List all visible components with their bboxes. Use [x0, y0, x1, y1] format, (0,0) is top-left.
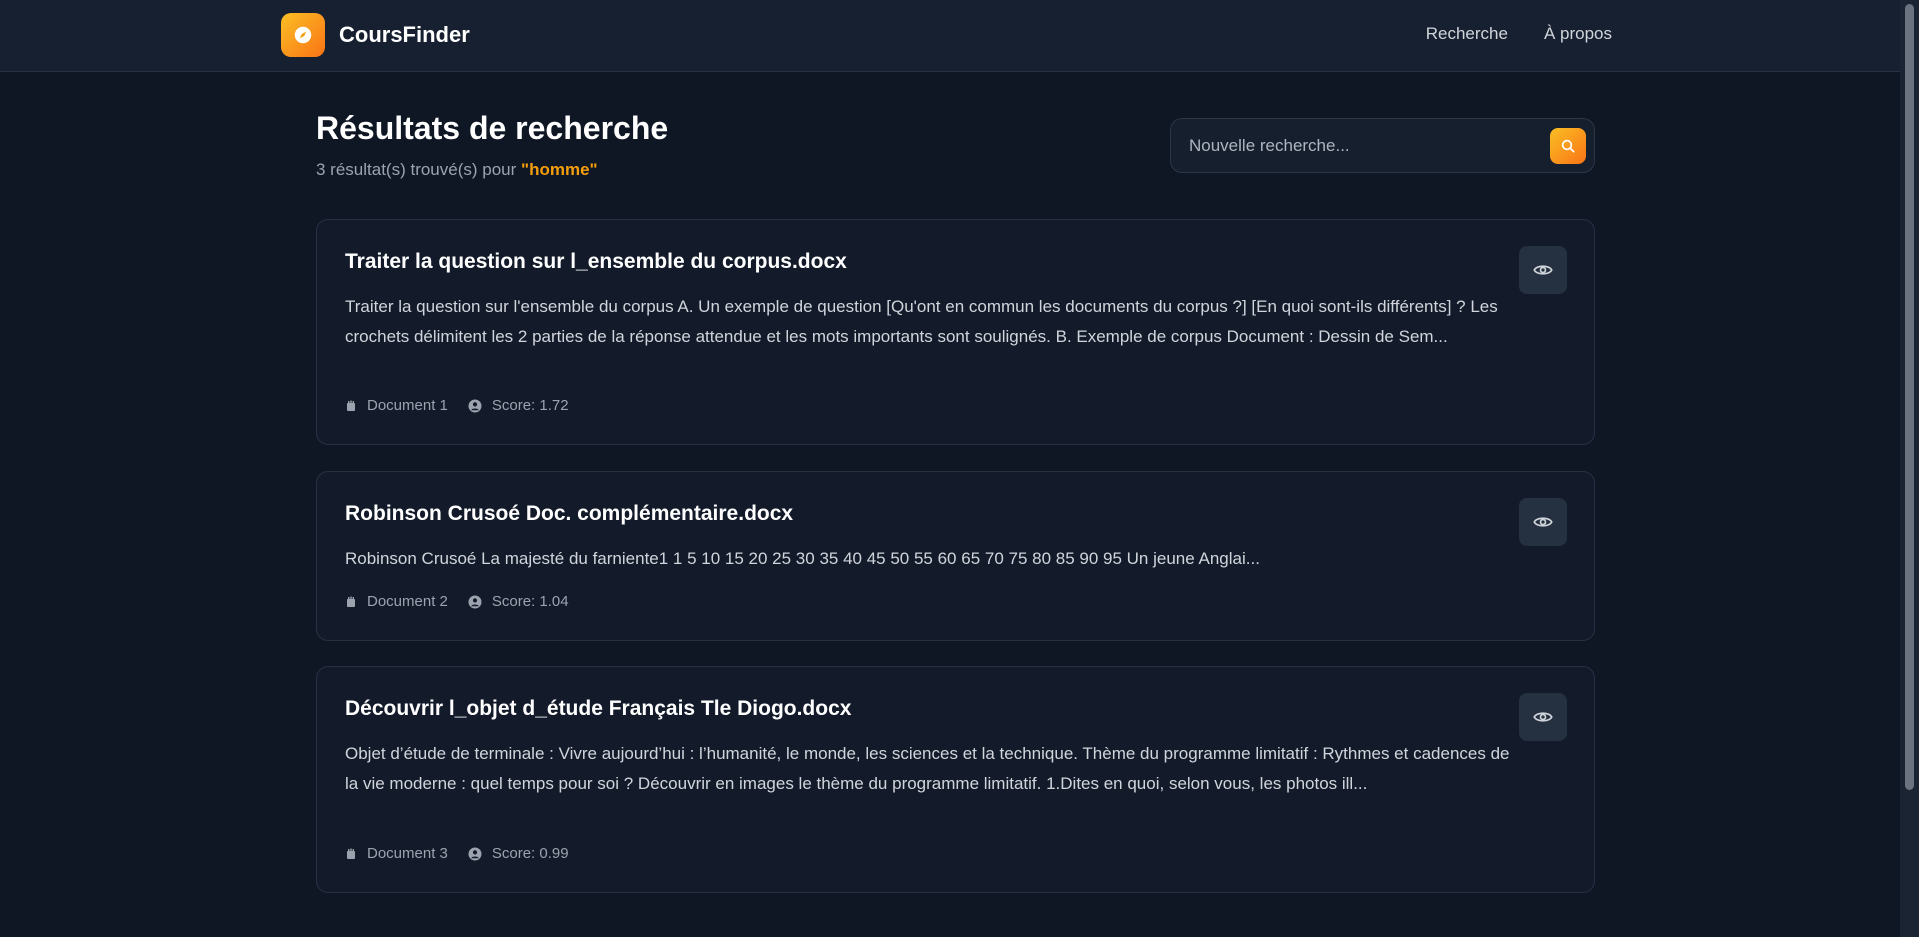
search-input[interactable] — [1189, 119, 1529, 172]
compass-icon — [281, 13, 325, 57]
result-snippet: Objet d’étude de terminale : Vivre aujou… — [345, 744, 1510, 793]
result-document: Document 1 — [345, 397, 448, 414]
page: CoursFinder Recherche À propos Résultats… — [0, 0, 1919, 937]
result-document: Document 2 — [345, 593, 448, 610]
result-meta: Document 1 Score: 1.72 — [345, 397, 589, 414]
user-circle-icon — [468, 595, 482, 609]
result-document-label: Document 2 — [367, 593, 448, 610]
result-score: Score: 1.72 — [468, 397, 569, 414]
nav-link-recherche[interactable]: Recherche — [1426, 24, 1508, 44]
search-query: "homme" — [521, 160, 598, 179]
scrollbar[interactable] — [1900, 0, 1919, 937]
result-document-label: Document 3 — [367, 845, 448, 862]
page-title: Résultats de recherche — [316, 110, 669, 146]
eye-icon — [1533, 512, 1553, 532]
document-icon — [345, 596, 357, 608]
result-card: Traiter la question sur l_ensemble du co… — [316, 219, 1595, 445]
result-card: Robinson Crusoé Doc. complémentaire.docx… — [316, 471, 1595, 641]
user-circle-icon — [468, 399, 482, 413]
result-title[interactable]: Traiter la question sur l_ensemble du co… — [345, 250, 847, 274]
scrollbar-thumb[interactable] — [1905, 4, 1914, 790]
result-snippet: Traiter la question sur l'ensemble du co… — [345, 297, 1498, 346]
view-button[interactable] — [1519, 693, 1567, 741]
document-icon — [345, 400, 357, 412]
navbar: CoursFinder Recherche À propos — [0, 0, 1900, 72]
view-button[interactable] — [1519, 246, 1567, 294]
view-button[interactable] — [1519, 498, 1567, 546]
nav-links: Recherche À propos — [1426, 24, 1612, 44]
brand[interactable]: CoursFinder — [281, 13, 470, 57]
result-score-label: Score: 1.04 — [491, 593, 569, 610]
result-score-label: Score: 0.99 — [491, 845, 569, 862]
result-title[interactable]: Robinson Crusoé Doc. complémentaire.docx — [345, 502, 793, 526]
document-icon — [345, 848, 357, 860]
results-count: 3 résultat(s) trouvé(s) pour "homme" — [316, 160, 598, 180]
search-box — [1170, 118, 1595, 173]
result-snippet: Robinson Crusoé La majesté du farniente1… — [345, 549, 1260, 568]
result-score: Score: 0.99 — [468, 845, 569, 862]
nav-link-a-propos[interactable]: À propos — [1544, 24, 1612, 44]
result-meta: Document 2 Score: 1.04 — [345, 593, 589, 610]
eye-icon — [1533, 260, 1553, 280]
result-title[interactable]: Découvrir l_objet d_étude Français Tle D… — [345, 697, 851, 721]
results-count-text: 3 résultat(s) trouvé(s) pour — [316, 160, 522, 179]
result-score: Score: 1.04 — [468, 593, 569, 610]
result-document: Document 3 — [345, 845, 448, 862]
brand-name: CoursFinder — [339, 22, 470, 47]
result-card: Découvrir l_objet d_étude Français Tle D… — [316, 666, 1595, 893]
search-icon — [1560, 138, 1576, 154]
result-meta: Document 3 Score: 0.99 — [345, 845, 589, 862]
search-button[interactable] — [1550, 128, 1586, 164]
user-circle-icon — [468, 847, 482, 861]
eye-icon — [1533, 707, 1553, 727]
result-document-label: Document 1 — [367, 397, 448, 414]
result-score-label: Score: 1.72 — [491, 397, 569, 414]
